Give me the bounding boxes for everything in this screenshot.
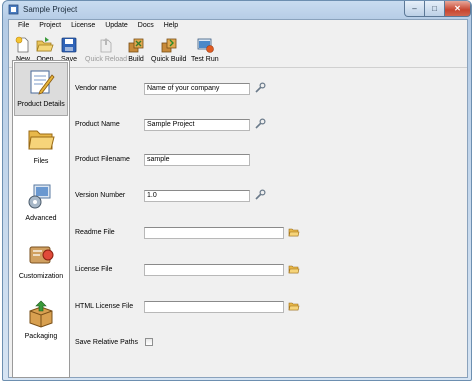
product-filename-row: Product Filename sample <box>73 154 467 166</box>
client-area: File Project License Update Docs Help Ne… <box>8 19 468 378</box>
close-button[interactable]: ✕ <box>444 1 471 17</box>
sidebar-label-files: Files <box>33 158 49 165</box>
version-number-label: Version Number <box>75 192 126 199</box>
minimize-button[interactable]: – <box>404 1 425 17</box>
new-document-icon <box>15 36 29 53</box>
build-icon <box>128 38 144 53</box>
sidebar-label-advanced: Advanced <box>25 215 57 222</box>
sidebar-label-product-details: Product Details <box>17 101 65 108</box>
sidebar-label-customization: Customization <box>18 273 64 280</box>
menu-file[interactable]: File <box>13 20 34 32</box>
menu-update[interactable]: Update <box>100 20 133 32</box>
product-details-icon <box>30 70 55 95</box>
advanced-icon <box>28 184 51 209</box>
vendor-name-row: Vendor name Name of your company <box>73 82 467 95</box>
product-details-form: Vendor name Name of your company Product… <box>73 60 467 378</box>
sidebar-item-product-details[interactable]: Product Details <box>14 62 68 116</box>
sidebar-label-packaging: Packaging <box>24 333 58 340</box>
product-name-wrench-icon[interactable] <box>254 118 266 130</box>
quick-reload-button[interactable]: Quick Reload <box>85 36 127 63</box>
vendor-name-label: Vendor name <box>75 85 117 92</box>
readme-file-label: Readme File <box>75 229 115 236</box>
product-name-label: Product Name <box>75 121 120 128</box>
license-file-input[interactable] <box>144 264 284 276</box>
save-relative-paths-label: Save Relative Paths <box>75 339 139 346</box>
maximize-button[interactable]: □ <box>424 1 445 17</box>
version-number-input[interactable]: 1.0 <box>144 190 250 202</box>
sidebar-item-packaging[interactable]: Packaging <box>14 295 68 349</box>
save-relative-paths-checkbox[interactable] <box>145 338 153 346</box>
sidebar-item-advanced[interactable]: Advanced <box>14 177 68 231</box>
product-filename-label: Product Filename <box>75 156 130 163</box>
sidebar-item-customization[interactable]: Customization <box>14 235 68 289</box>
product-name-row: Product Name Sample Project <box>73 118 467 131</box>
version-number-wrench-icon[interactable] <box>254 189 266 201</box>
vendor-name-wrench-icon[interactable] <box>254 82 266 94</box>
menu-project[interactable]: Project <box>34 20 66 32</box>
sidebar-item-files[interactable]: Files <box>14 120 68 174</box>
license-file-browse-folder-icon[interactable] <box>288 263 300 275</box>
save-button[interactable]: Save <box>60 36 78 63</box>
product-filename-input[interactable]: sample <box>144 154 250 166</box>
save-relative-paths-row: Save Relative Paths <box>73 337 467 349</box>
save-disk-icon <box>61 37 77 53</box>
product-name-input[interactable]: Sample Project <box>144 119 250 131</box>
license-file-row: License File <box>73 264 467 276</box>
title-bar[interactable]: Sample Project – □ ✕ <box>3 1 471 19</box>
app-window: Sample Project – □ ✕ File Project Licens… <box>2 0 472 381</box>
version-number-row: Version Number 1.0 <box>73 189 467 202</box>
html-license-file-label: HTML License File <box>75 303 134 310</box>
test-run-button[interactable]: Test Run <box>191 36 219 63</box>
html-license-file-row: HTML License File <box>73 301 467 313</box>
packaging-icon <box>29 300 53 328</box>
menu-help[interactable]: Help <box>159 20 183 32</box>
html-license-file-browse-folder-icon[interactable] <box>288 300 300 312</box>
files-icon <box>28 130 55 150</box>
vendor-name-input[interactable]: Name of your company <box>144 83 250 95</box>
customization-icon <box>29 246 54 264</box>
open-button[interactable]: Open <box>36 36 54 63</box>
open-folder-icon <box>36 37 54 52</box>
html-license-file-input[interactable] <box>144 301 284 313</box>
app-icon <box>8 4 19 15</box>
quick-build-icon <box>161 38 177 53</box>
sidebar: Product Details Files Advanced Customiza… <box>12 60 70 378</box>
build-button[interactable]: Build <box>127 36 145 63</box>
menu-bar: File Project License Update Docs Help <box>9 20 467 32</box>
menu-license[interactable]: License <box>66 20 100 32</box>
menu-docs[interactable]: Docs <box>133 20 159 32</box>
readme-file-browse-folder-icon[interactable] <box>288 226 300 238</box>
quick-build-button[interactable]: Quick Build <box>151 36 186 63</box>
readme-file-row: Readme File <box>73 227 467 239</box>
new-button[interactable]: New <box>14 36 32 63</box>
readme-file-input[interactable] <box>144 227 284 239</box>
reload-icon <box>100 38 112 53</box>
license-file-label: License File <box>75 266 113 273</box>
window-title: Sample Project <box>23 5 78 14</box>
test-run-icon <box>197 38 214 53</box>
